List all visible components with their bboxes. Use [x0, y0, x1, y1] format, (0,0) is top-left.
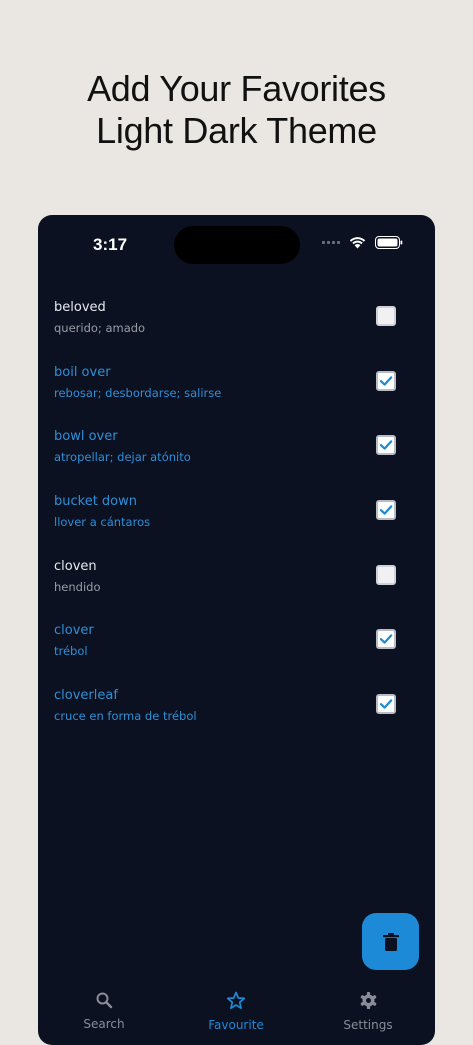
tab-favourite-label: Favourite [208, 1018, 264, 1032]
list-item[interactable]: boil over rebosar; desbordarse; salirse [38, 355, 435, 420]
translation-label: querido; amado [54, 321, 146, 335]
search-icon [96, 992, 113, 1009]
translation-label: cruce en forma de trébol [54, 709, 197, 724]
checkmark-icon [379, 375, 393, 386]
dynamic-island [174, 226, 300, 264]
list-item[interactable]: cloven hendido [38, 549, 435, 614]
favorite-checkbox[interactable] [376, 435, 396, 456]
word-label: beloved [54, 300, 106, 315]
translation-label: hendido [54, 579, 101, 594]
bottom-tab-bar: Search Favourite Settings [38, 991, 435, 1045]
list-item[interactable]: cloverleaf cruce en forma de trébol [38, 678, 435, 743]
word-label: cloverleaf [54, 688, 118, 704]
favorite-checkbox[interactable] [376, 564, 396, 585]
battery-icon [375, 236, 403, 249]
favorite-checkbox[interactable] [376, 694, 396, 715]
favorite-checkbox[interactable] [376, 500, 396, 521]
tab-settings-label: Settings [343, 1018, 393, 1032]
tab-search[interactable]: Search [44, 991, 164, 1031]
wifi-icon [349, 236, 366, 249]
word-label: cloven [54, 558, 97, 574]
checkmark-icon [379, 440, 393, 451]
status-icons [322, 236, 403, 249]
translation-label: llover a cántaros [54, 515, 151, 530]
star-icon [226, 991, 246, 1010]
promo-line-1: Add Your Favorites [87, 68, 386, 109]
trash-icon [382, 932, 399, 951]
status-time: 3:17 [93, 235, 128, 254]
checkmark-icon [379, 505, 393, 515]
word-label: bowl over [54, 429, 118, 445]
list-item[interactable]: clover trébol [38, 613, 435, 678]
translation-label: atropellar; dejar atónito [54, 450, 191, 465]
promo-headline: Add Your Favorites Light Dark Theme [0, 68, 473, 152]
checkmark-icon [379, 699, 393, 709]
favorite-checkbox[interactable] [376, 306, 396, 326]
translation-label: trébol [54, 644, 88, 659]
phone-screen: 3:17 beloved querido; amado boil over rebos… [38, 215, 435, 1045]
tab-favourite[interactable]: Favourite [176, 991, 296, 1032]
checkmark-icon [379, 634, 393, 645]
translation-label: rebosar; desbordarse; salirse [54, 385, 222, 400]
gear-icon [360, 991, 376, 1010]
list-item[interactable]: beloved querido; amado [38, 290, 435, 355]
list-item[interactable]: bowl over atropellar; dejar atónito [38, 419, 435, 484]
favorite-checkbox[interactable] [376, 370, 396, 391]
delete-button[interactable] [362, 913, 419, 970]
tab-settings[interactable]: Settings [308, 991, 428, 1032]
favorites-list: beloved querido; amado boil over rebosar; d… [38, 290, 435, 743]
word-label: boil over [54, 364, 111, 380]
list-item[interactable]: bucket down llover a cántaros [38, 484, 435, 549]
signal-icon [322, 241, 340, 244]
promo-line-2: Light Dark Theme [96, 110, 377, 151]
favorite-checkbox[interactable] [376, 629, 396, 650]
word-label: clover [54, 623, 94, 639]
tab-search-label: Search [83, 1017, 125, 1031]
word-label: bucket down [54, 494, 138, 510]
